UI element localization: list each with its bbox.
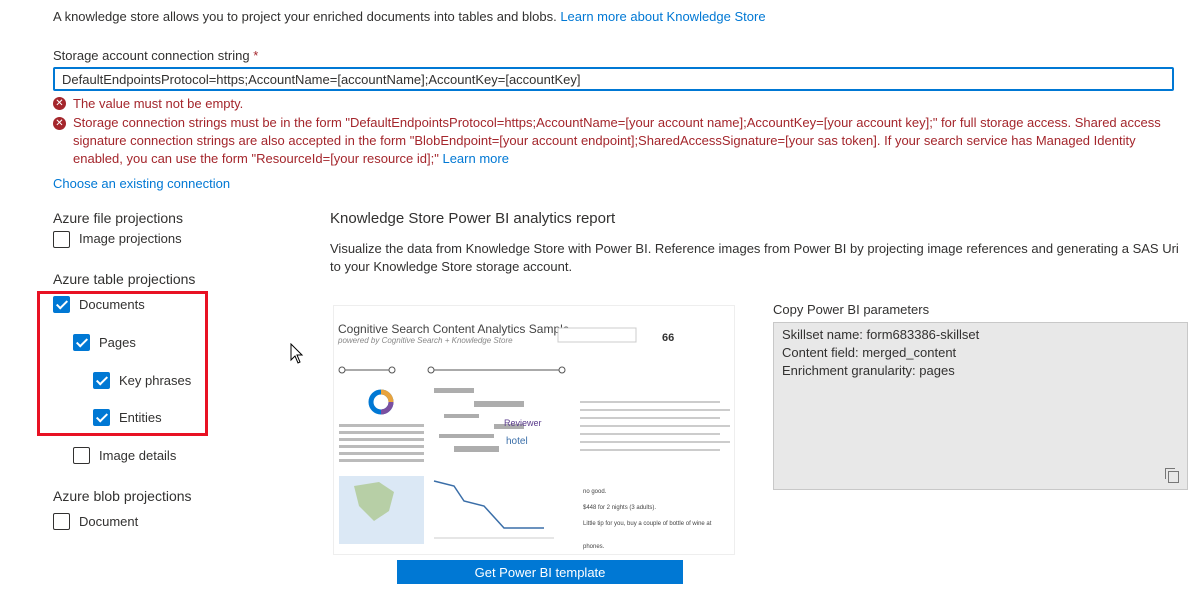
key-phrases-checkbox[interactable] bbox=[93, 372, 110, 389]
intro-text: A knowledge store allows you to project … bbox=[53, 9, 766, 24]
image-details-checkbox[interactable] bbox=[73, 447, 90, 464]
power-bi-preview-image: Cognitive Search Content Analytics Sampl… bbox=[333, 305, 735, 555]
svg-text:no good.: no good. bbox=[583, 489, 607, 495]
copy-params-label: Copy Power BI parameters bbox=[773, 302, 930, 317]
svg-text:phones.: phones. bbox=[583, 544, 605, 550]
blob-projections-heading: Azure blob projections bbox=[53, 488, 192, 504]
error-format-message: Storage connection strings must be in th… bbox=[73, 114, 1188, 168]
report-description: Visualize the data from Knowledge Store … bbox=[330, 241, 1179, 274]
error-icon: ✕ bbox=[53, 97, 66, 110]
svg-text:Little tip for you, buy a coup: Little tip for you, buy a couple of bott… bbox=[583, 521, 712, 527]
param-content-field: Content field: merged_content bbox=[782, 345, 957, 360]
required-mark: * bbox=[249, 48, 259, 63]
learn-more-knowledge-store-link[interactable]: Learn more about Knowledge Store bbox=[560, 9, 765, 24]
mouse-cursor-icon bbox=[290, 343, 304, 364]
report-title: Knowledge Store Power BI analytics repor… bbox=[330, 210, 616, 227]
table-projections-heading: Azure table projections bbox=[53, 271, 196, 287]
key-phrases-label: Key phrases bbox=[119, 373, 192, 388]
get-power-bi-template-button[interactable]: Get Power BI template bbox=[397, 560, 683, 584]
svg-text:hotel: hotel bbox=[506, 436, 528, 447]
choose-existing-connection-link[interactable]: Choose an existing connection bbox=[53, 176, 230, 191]
error-icon: ✕ bbox=[53, 117, 66, 130]
file-projections-heading: Azure file projections bbox=[53, 210, 183, 226]
pages-label: Pages bbox=[99, 335, 136, 350]
entities-label: Entities bbox=[119, 410, 162, 425]
image-projections-label: Image projections bbox=[79, 231, 182, 246]
copy-icon[interactable] bbox=[1165, 468, 1179, 483]
document-blob-checkbox[interactable] bbox=[53, 513, 70, 530]
preview-dashboard-graphic: Reviewer hotel no good. $448 for 2 night… bbox=[338, 327, 730, 550]
connection-string-input[interactable] bbox=[53, 67, 1174, 91]
image-details-label: Image details bbox=[99, 448, 177, 463]
connection-string-label-text: Storage account connection string bbox=[53, 48, 250, 63]
pages-checkbox[interactable] bbox=[73, 334, 90, 351]
error-learn-more-link[interactable]: Learn more bbox=[442, 151, 508, 166]
image-projections-checkbox[interactable] bbox=[53, 231, 70, 248]
documents-label: Documents bbox=[79, 297, 145, 312]
documents-checkbox[interactable] bbox=[53, 296, 70, 313]
intro-description: A knowledge store allows you to project … bbox=[53, 9, 561, 24]
entities-checkbox[interactable] bbox=[93, 409, 110, 426]
param-granularity: Enrichment granularity: pages bbox=[782, 363, 955, 378]
error-empty-message: The value must not be empty. bbox=[73, 96, 244, 111]
param-skillset: Skillset name: form683386-skillset bbox=[782, 327, 980, 342]
svg-text:Reviewer: Reviewer bbox=[504, 418, 542, 428]
power-bi-params-box[interactable]: Skillset name: form683386-skillset Conte… bbox=[773, 322, 1188, 490]
error-format-text: Storage connection strings must be in th… bbox=[73, 115, 1161, 166]
connection-string-label: Storage account connection string * bbox=[53, 48, 258, 63]
svg-text:$448 for 2 nights (3 adults).: $448 for 2 nights (3 adults). bbox=[583, 505, 656, 511]
document-blob-label: Document bbox=[79, 514, 139, 529]
